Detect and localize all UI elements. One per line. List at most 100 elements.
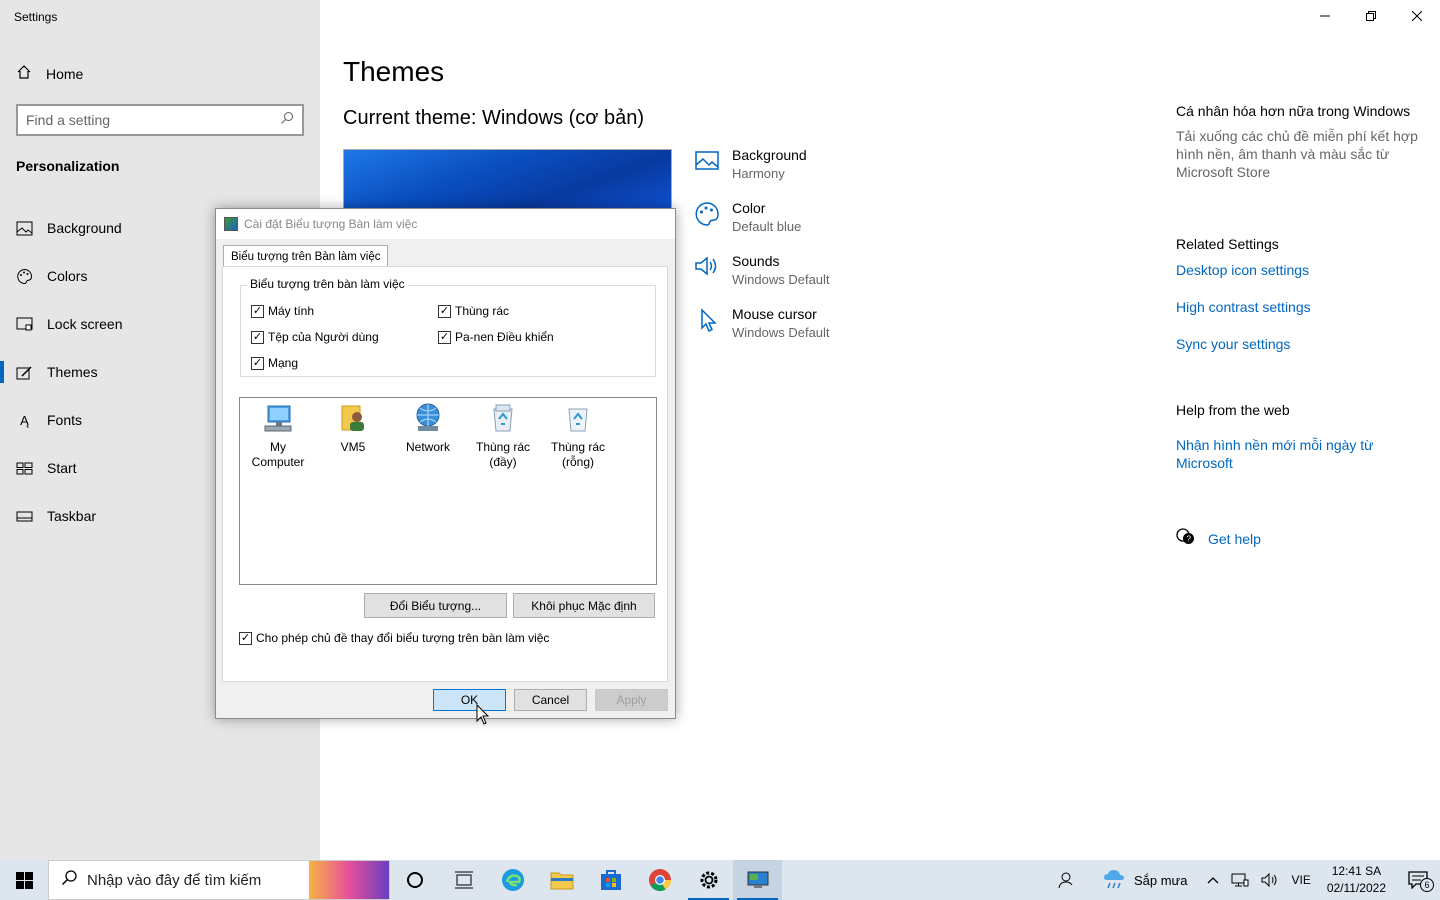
svg-text:?: ? [1187, 535, 1192, 544]
volume-icon[interactable] [1255, 860, 1285, 900]
allow-themes-checkbox[interactable]: ✓ Cho phép chủ đề thay đổi biểu tượng tr… [239, 631, 549, 645]
checkbox-checked-icon[interactable]: ✓ [438, 330, 451, 344]
get-help-row[interactable]: ? Get help [1176, 528, 1426, 549]
home-icon [16, 64, 32, 83]
cancel-button[interactable]: Cancel [514, 689, 587, 711]
input-language[interactable]: VIE [1285, 860, 1316, 900]
window-controls [1302, 0, 1440, 32]
minimize-icon[interactable] [1302, 0, 1348, 32]
restore-default-button[interactable]: Khôi phục Mặc định [513, 593, 655, 618]
theme-option-color[interactable]: Color Default blue [694, 199, 830, 252]
icon-label: Thùng rác (rỗng) [550, 440, 606, 469]
sidebar-item-label: Start [47, 460, 77, 476]
app-title: Settings [14, 10, 58, 24]
computer-icon [262, 402, 294, 434]
home-nav-item[interactable]: Home [16, 64, 83, 83]
start-icon [16, 460, 33, 477]
list-item-recycle-bin-full[interactable]: Thùng rác (đầy) [468, 402, 538, 470]
notification-center-icon[interactable]: 6 [1396, 860, 1440, 900]
checkbox-checked-icon[interactable]: ✓ [239, 631, 252, 645]
ok-button[interactable]: OK [433, 689, 506, 711]
task-view-icon[interactable] [439, 860, 488, 900]
list-item-my-computer[interactable]: My Computer [243, 402, 313, 470]
page-title: Themes [343, 56, 445, 87]
checkbox-label: Máy tính [268, 304, 315, 318]
list-item-recycle-bin-empty[interactable]: Thùng rác (rỗng) [543, 402, 613, 470]
sidebar-item-label: Taskbar [47, 508, 97, 524]
search-icon[interactable] [280, 111, 294, 130]
search-icon [61, 870, 77, 890]
desktop-icon-settings-link[interactable]: Desktop icon settings [1176, 262, 1426, 278]
apply-button[interactable]: Apply [595, 689, 668, 711]
change-icon-button[interactable]: Đổi Biểu tượng... [364, 593, 507, 618]
tab-panel: Biểu tượng trên bàn làm việc ✓ Máy tính … [222, 266, 668, 682]
recycle-bin-full-icon [487, 402, 519, 434]
people-icon[interactable] [1042, 860, 1088, 900]
settings-gear-icon[interactable] [684, 860, 733, 900]
dialog-titlebar[interactable]: Cài đặt Biểu tượng Bàn làm việc [216, 209, 675, 239]
user-folder-icon [337, 402, 369, 434]
theme-option-mouse-cursor[interactable]: Mouse cursor Windows Default [694, 305, 830, 358]
file-explorer-icon[interactable] [537, 860, 586, 900]
close-icon[interactable] [1394, 0, 1440, 32]
weather-widget[interactable]: Sắp mưa [1088, 860, 1202, 900]
checkbox-label: Pa-nen Điều khiển [455, 330, 554, 344]
lock-screen-icon [16, 316, 33, 333]
microsoft-store-icon[interactable] [586, 860, 635, 900]
theme-option-sounds[interactable]: Sounds Windows Default [694, 252, 830, 305]
get-help-link[interactable]: Get help [1208, 531, 1261, 547]
search-input[interactable] [26, 112, 280, 128]
recycle-bin-checkbox[interactable]: ✓ Thùng rác [438, 304, 509, 318]
current-theme-heading: Current theme: Windows (cơ bản) [343, 107, 644, 129]
user-files-checkbox[interactable]: ✓ Tệp của Người dùng [251, 330, 379, 344]
more-personalization-text: Tải xuống các chủ đề miễn phí kết hợp hì… [1176, 128, 1418, 180]
restore-icon[interactable] [1348, 0, 1394, 32]
cortana-icon[interactable] [390, 860, 439, 900]
icon-label: VM5 [340, 440, 366, 454]
group-title: Biểu tượng trên bàn làm việc [247, 277, 408, 291]
checkbox-checked-icon[interactable]: ✓ [251, 304, 264, 318]
rain-cloud-icon [1102, 868, 1126, 893]
checkbox-checked-icon[interactable]: ✓ [251, 330, 264, 344]
control-panel-checkbox[interactable]: ✓ Pa-nen Điều khiển [438, 330, 554, 344]
chrome-browser-icon[interactable] [635, 860, 684, 900]
more-personalization-heading: Cá nhân hóa hơn nữa trong Windows [1176, 103, 1411, 119]
find-setting-search[interactable] [16, 104, 304, 136]
fonts-icon: Ą [20, 412, 29, 428]
chevron-up-icon[interactable] [1201, 860, 1225, 900]
desktop-icon-settings-taskbar-icon[interactable] [733, 860, 782, 900]
recycle-bin-empty-icon [562, 402, 594, 434]
clock-time: 12:41 SA [1331, 864, 1382, 878]
chat-help-icon: ? [1176, 528, 1196, 549]
sync-settings-link[interactable]: Sync your settings [1176, 336, 1426, 352]
taskbar-search-box[interactable]: Nhập vào đây để tìm kiếm [48, 860, 390, 900]
sidebar-item-label: Background [47, 220, 122, 236]
clock-date: 02/11/2022 [1326, 881, 1386, 895]
palette-icon [16, 268, 33, 285]
cursor-icon [694, 307, 720, 333]
theme-option-background[interactable]: Background Harmony [694, 146, 830, 199]
desktop-icon-settings-dialog: Cài đặt Biểu tượng Bàn làm việc Biểu tượ… [215, 208, 676, 719]
option-label: Color [732, 200, 766, 216]
high-contrast-settings-link[interactable]: High contrast settings [1176, 299, 1426, 315]
image-icon [16, 220, 33, 237]
daily-wallpaper-link[interactable]: Nhận hình nền mới mỗi ngày từ Microsoft [1176, 436, 1396, 472]
checkbox-checked-icon[interactable]: ✓ [251, 356, 264, 370]
list-item-user-folder[interactable]: VM5 [318, 402, 388, 455]
windows-start-icon[interactable] [0, 860, 48, 900]
checkbox-checked-icon[interactable]: ✓ [438, 304, 451, 318]
image-icon [694, 148, 720, 174]
computer-checkbox[interactable]: ✓ Máy tính [251, 304, 314, 318]
option-value: Windows Default [732, 272, 830, 287]
weather-label: Sắp mưa [1133, 872, 1188, 888]
checkbox-label: Mạng [268, 356, 299, 370]
related-settings-heading: Related Settings [1176, 236, 1279, 252]
edge-browser-icon[interactable] [488, 860, 537, 900]
tab-desktop-icons[interactable]: Biểu tượng trên Bàn làm việc [223, 245, 389, 267]
network-checkbox[interactable]: ✓ Mạng [251, 356, 298, 370]
list-item-network[interactable]: Network [393, 402, 463, 455]
network-status-icon[interactable] [1225, 860, 1255, 900]
taskbar-clock[interactable]: 12:41 SA 02/11/2022 [1317, 863, 1396, 897]
home-label: Home [46, 65, 84, 82]
theme-preview [343, 149, 672, 209]
